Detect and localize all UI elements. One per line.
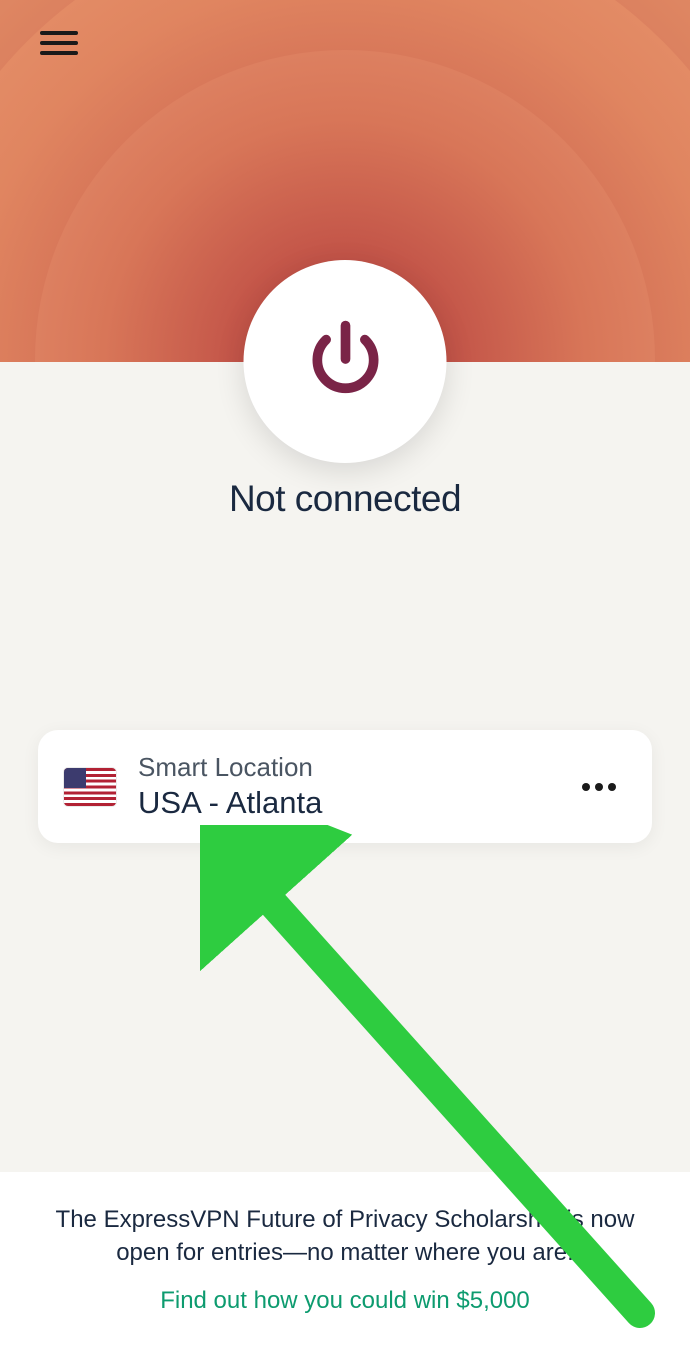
location-selector[interactable]: Smart Location USA - Atlanta: [38, 730, 652, 843]
location-label: Smart Location: [138, 752, 572, 783]
footer-cta-link[interactable]: Find out how you could win $5,000: [40, 1287, 650, 1315]
connect-button[interactable]: [244, 260, 447, 463]
power-icon: [301, 315, 389, 408]
ellipsis-icon: [582, 783, 590, 791]
location-name: USA - Atlanta: [138, 785, 572, 821]
connection-status: Not connected: [0, 478, 690, 520]
footer-banner: The ExpressVPN Future of Privacy Scholar…: [0, 1172, 690, 1351]
more-options-button[interactable]: [572, 773, 626, 801]
flag-usa-icon: [64, 768, 116, 806]
menu-button[interactable]: [40, 25, 78, 61]
location-text-group: Smart Location USA - Atlanta: [138, 752, 572, 821]
footer-message: The ExpressVPN Future of Privacy Scholar…: [40, 1204, 650, 1269]
menu-icon: [40, 31, 78, 35]
